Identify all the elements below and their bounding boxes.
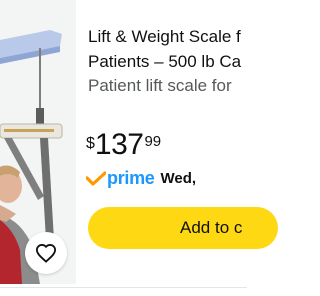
prime-badge: prime (86, 168, 155, 189)
price: $ 137 99 (86, 130, 161, 160)
add-to-cart-label: Add to c (180, 218, 243, 237)
product-title-line2[interactable]: Patients – 500 lb Ca (88, 52, 241, 71)
prime-check-icon (86, 170, 106, 186)
heart-outline-icon (35, 243, 57, 263)
delivery-date: Wed, (160, 170, 197, 187)
wishlist-button[interactable] (25, 232, 67, 274)
divider (0, 287, 247, 288)
product-card[interactable]: Lift & Weight Scale f Patients – 500 lb … (0, 0, 278, 296)
product-info: Lift & Weight Scale f Patients – 500 lb … (88, 24, 247, 97)
prime-label: prime (107, 168, 155, 188)
product-subtitle: Patient lift scale for (88, 76, 232, 95)
price-currency-symbol: $ (86, 135, 95, 152)
product-title[interactable]: Lift & Weight Scale f Patients – 500 lb … (88, 24, 247, 74)
prime-delivery: prime Wed, (86, 168, 196, 189)
add-to-cart-button[interactable]: Add to c (88, 207, 278, 249)
product-title-line1[interactable]: Lift & Weight Scale f (88, 27, 241, 46)
product-image[interactable] (0, 0, 76, 284)
price-fraction: 99 (144, 133, 162, 150)
price-whole: 137 (94, 128, 144, 161)
